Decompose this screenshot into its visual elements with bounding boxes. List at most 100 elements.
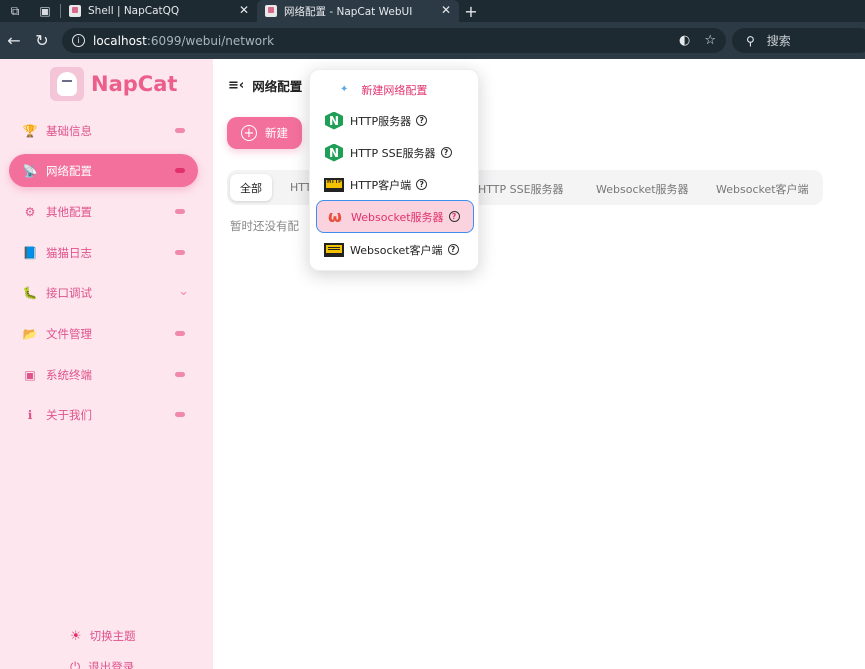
translate-icon[interactable]: ◐ <box>679 33 690 48</box>
tab-http-sse-server[interactable]: HTTP SSE服务器 <box>478 181 564 197</box>
new-tab-button[interactable]: + <box>459 2 483 21</box>
sidebar-item-label: 系统终端 <box>46 367 92 382</box>
notebook-icon: 📘 <box>22 245 38 260</box>
menu-item-label: HTTP服务器 <box>350 114 412 128</box>
info-icon: ℹ <box>27 407 33 422</box>
browser-tab-shell[interactable]: Shell | NapCatQQ ✕ <box>61 0 257 22</box>
sparkle-icon: ✦ <box>340 84 349 95</box>
sidebar-item-about[interactable]: ℹ 关于我们 <box>9 398 198 431</box>
menu-item-http-sse-server[interactable]: N HTTP SSE服务器 ? <box>316 138 474 167</box>
sidebar: NapCat 🏆 基础信息 📡 网络配置 ⚙ 其他配置 📘 猫猫日志 🐛 接口调… <box>0 59 213 669</box>
page-title: 网络配置 <box>252 79 303 94</box>
sidebar-item-other-config[interactable]: ⚙ 其他配置 <box>9 195 198 228</box>
antenna-icon: 📡 <box>22 163 38 178</box>
browser-tab-bar: ⧉ ▣ Shell | NapCatQQ ✕ 网络配置 - NapCat Web… <box>0 0 865 22</box>
plus-circle-icon: + <box>241 125 257 141</box>
menu-item-websocket-server[interactable]: ω Websocket服务器 ? <box>316 200 474 233</box>
indicator-pill <box>175 372 185 377</box>
sidebar-item-file-manager[interactable]: 📂 文件管理 <box>9 317 198 350</box>
toggle-theme-button[interactable]: ☀ 切换主题 <box>70 628 136 644</box>
help-icon[interactable]: ? <box>416 115 428 126</box>
url-path: :6099/webui/network <box>146 33 275 48</box>
websocket-icon: ω <box>328 207 342 226</box>
reload-button[interactable]: ↻ <box>28 22 56 59</box>
menu-item-label: HTTP客户端 <box>350 178 412 192</box>
search-placeholder: 搜索 <box>766 34 791 48</box>
brand-logo[interactable]: NapCat <box>50 67 177 101</box>
menu-item-label: Websocket服务器 <box>351 210 444 224</box>
new-config-label: 新建 <box>265 126 288 140</box>
indicator-pill <box>175 412 185 417</box>
sidebar-item-label: 基础信息 <box>46 123 92 138</box>
sidebar-item-label: 网络配置 <box>46 163 92 178</box>
new-config-button[interactable]: + 新建 <box>227 117 302 149</box>
back-button[interactable]: ← <box>0 22 28 59</box>
browser-tab-title: 网络配置 - NapCat WebUI <box>284 5 413 18</box>
close-tab-icon[interactable]: ✕ <box>441 3 451 17</box>
terminal-icon: ▣ <box>24 367 36 382</box>
nginx-icon: N <box>324 143 344 162</box>
help-icon[interactable]: ? <box>448 211 460 222</box>
empty-state-text: 暂时还没有配 <box>230 219 299 233</box>
menu-item-http-client[interactable]: HTTP客户端 ? <box>316 170 474 199</box>
logout-button[interactable]: ⏻ 退出登录 <box>70 659 134 669</box>
sidebar-item-basic-info[interactable]: 🏆 基础信息 <box>9 114 198 147</box>
tab-websocket-client[interactable]: Websocket客户端 <box>716 181 809 197</box>
brand-name: NapCat <box>91 72 178 96</box>
sidebar-item-api-debug[interactable]: 🐛 接口调试 ⌄ <box>9 276 198 309</box>
menu-item-label: Websocket客户端 <box>350 243 443 257</box>
folder-icon: 📂 <box>22 326 38 341</box>
help-icon[interactable]: ? <box>447 244 459 255</box>
menu-item-label: HTTP SSE服务器 <box>350 146 436 160</box>
search-icon: ⚲ <box>746 33 755 48</box>
indicator-pill <box>175 209 185 214</box>
menu-item-label: 新建网络配置 <box>361 83 428 97</box>
logout-icon: ⏻ <box>70 659 81 669</box>
favorite-star-icon[interactable]: ☆ <box>704 33 716 48</box>
tab-all[interactable]: 全部 <box>230 174 272 201</box>
favicon-icon <box>69 5 81 17</box>
sidebar-item-terminal[interactable]: ▣ 系统终端 <box>9 358 198 391</box>
menu-item-new-network-config[interactable]: ✦ 新建网络配置 <box>316 75 474 104</box>
favicon-icon <box>265 5 277 17</box>
sidebar-item-label: 文件管理 <box>46 326 92 341</box>
menu-item-http-server[interactable]: N HTTP服务器 ? <box>316 106 474 135</box>
workspaces-icon[interactable]: ⧉ <box>0 0 30 22</box>
bug-icon: 🐛 <box>22 285 38 300</box>
address-bar-row: ← ↻ i localhost :6099/webui/network ◐ ☆ … <box>0 22 865 59</box>
sidebar-item-label: 猫猫日志 <box>46 245 92 260</box>
nginx-icon: N <box>324 111 344 130</box>
sidebar-item-label: 关于我们 <box>46 407 92 422</box>
chevron-down-icon[interactable]: ⌄ <box>178 284 189 299</box>
sidebar-item-logs[interactable]: 📘 猫猫日志 <box>9 236 198 269</box>
indicator-pill <box>175 128 185 133</box>
tab-actions-icon[interactable]: ▣ <box>30 0 60 22</box>
sidebar-item-label: 其他配置 <box>46 204 92 219</box>
indicator-pill <box>175 331 185 336</box>
url-field[interactable]: i localhost :6099/webui/network ◐ ☆ <box>62 28 726 53</box>
help-icon[interactable]: ? <box>416 179 428 190</box>
browser-tab-title: Shell | NapCatQQ <box>88 5 180 17</box>
browser-search-box[interactable]: ⚲ 搜索 <box>732 28 865 53</box>
trophy-icon: 🏆 <box>22 123 38 138</box>
sun-icon: ☀ <box>70 628 82 644</box>
sidebar-item-label: 接口调试 <box>46 285 92 300</box>
url-host: localhost <box>93 33 147 48</box>
gear-icon: ⚙ <box>24 204 36 219</box>
site-info-icon[interactable]: i <box>72 34 85 47</box>
indicator-pill <box>175 168 185 173</box>
monitor-icon <box>324 241 344 259</box>
sidebar-item-network[interactable]: 📡 网络配置 <box>9 154 198 187</box>
close-tab-icon[interactable]: ✕ <box>239 3 249 17</box>
tab-websocket-server[interactable]: Websocket服务器 <box>596 181 689 197</box>
collapse-menu-icon[interactable]: ≡‹ <box>228 78 244 93</box>
http-monitor-icon <box>324 176 344 194</box>
indicator-pill <box>175 250 185 255</box>
help-icon[interactable]: ? <box>440 147 452 158</box>
browser-tab-network[interactable]: 网络配置 - NapCat WebUI ✕ <box>257 0 459 22</box>
new-config-dropdown: ✦ 新建网络配置 N HTTP服务器 ? N HTTP SSE服务器 ? HTT… <box>309 69 479 271</box>
napcat-avatar-icon <box>50 67 84 101</box>
menu-item-websocket-client[interactable]: Websocket客户端 ? <box>316 235 474 264</box>
logout-label: 退出登录 <box>88 660 135 669</box>
toggle-theme-label: 切换主题 <box>89 629 136 643</box>
